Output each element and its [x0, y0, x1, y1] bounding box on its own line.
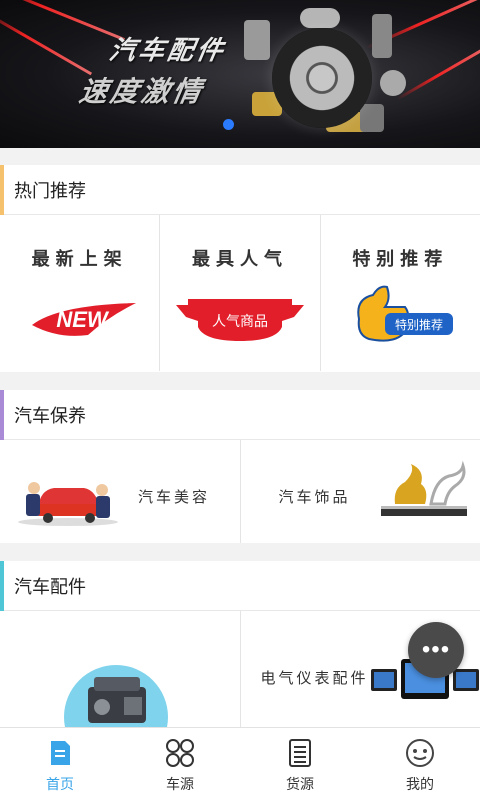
maintenance-item-label: 汽车美容 [138, 489, 211, 506]
tab-car-source-label: 车源 [166, 776, 194, 792]
car-wash-illustration-icon [18, 482, 118, 526]
parts-section-header: 汽车配件 [0, 561, 480, 611]
hot-item-newest[interactable]: 最新上架 NEW [0, 215, 161, 371]
bottom-tab-bar: 首页 车源 货源 我的 [0, 727, 480, 800]
parts-item-label: 电气仪表配件 [260, 670, 369, 687]
promo-banner[interactable]: 汽车配件 速度激情 [0, 0, 480, 148]
parts-item-engine[interactable] [0, 611, 241, 769]
new-badge-icon: NEW [32, 303, 136, 336]
tab-car-source[interactable]: 车源 [120, 728, 240, 800]
section-accent-bar [0, 561, 4, 611]
maintenance-item-beauty[interactable]: 汽车美容 [0, 440, 241, 543]
maintenance-section-header: 汽车保养 [0, 390, 480, 440]
maintenance-section-title: 汽车保养 [14, 405, 86, 426]
wheel-image [272, 28, 372, 128]
home-doc-icon [51, 741, 70, 765]
list-doc-icon [289, 739, 311, 767]
section-accent-bar [0, 390, 4, 440]
more-floating-button[interactable]: ••• [408, 622, 464, 678]
special-badge-text: 特别推荐 [395, 317, 443, 332]
hot-item-label: 特别推荐 [352, 249, 449, 269]
popular-badge-text: 人气商品 [212, 314, 268, 330]
banner-slogan: 速度激情 [77, 76, 207, 107]
hot-item-popular[interactable]: 最具人气 人气商品 [160, 215, 321, 371]
car-ornament-icon [380, 460, 467, 516]
grid-icon [166, 739, 194, 767]
hot-item-special[interactable]: 特别推荐 特别推荐 [321, 215, 480, 371]
engine-icon [88, 677, 146, 723]
section-accent-bar [0, 165, 4, 215]
hot-section: 热门推荐 最新上架 NEW 最具人气 人气商品 特别推荐 特别推荐 [0, 165, 480, 372]
hot-item-label: 最具人气 [191, 249, 288, 269]
maintenance-item-accessories[interactable]: 汽车饰品 [241, 440, 480, 543]
maintenance-section: 汽车保养 汽车美容 汽车饰品 [0, 390, 480, 543]
banner-headline: 汽车配件 [107, 35, 229, 65]
thumbs-up-icon: 特别推荐 [357, 285, 453, 342]
tab-home-label: 首页 [46, 776, 74, 792]
popular-badge-icon: 人气商品 [176, 299, 305, 341]
tab-mine[interactable]: 我的 [360, 728, 480, 800]
carousel-indicator-dot[interactable] [223, 119, 234, 130]
tab-goods-source[interactable]: 货源 [240, 728, 360, 800]
more-icon: ••• [421, 636, 451, 663]
parts-section-title: 汽车配件 [14, 576, 86, 597]
tab-mine-label: 我的 [406, 776, 434, 792]
tab-home[interactable]: 首页 [0, 728, 120, 800]
hot-item-label: 最新上架 [31, 249, 128, 269]
maintenance-item-label: 汽车饰品 [278, 489, 351, 506]
new-badge-text: NEW [56, 307, 110, 332]
hot-section-header: 热门推荐 [0, 165, 480, 215]
face-icon [406, 739, 434, 767]
hot-section-title: 热门推荐 [14, 180, 86, 201]
tab-goods-source-label: 货源 [286, 776, 314, 792]
app-screen: 汽车配件 速度激情 热门推荐 最新上架 NEW 最具人气 人气商品 特别推荐 特… [0, 0, 480, 800]
